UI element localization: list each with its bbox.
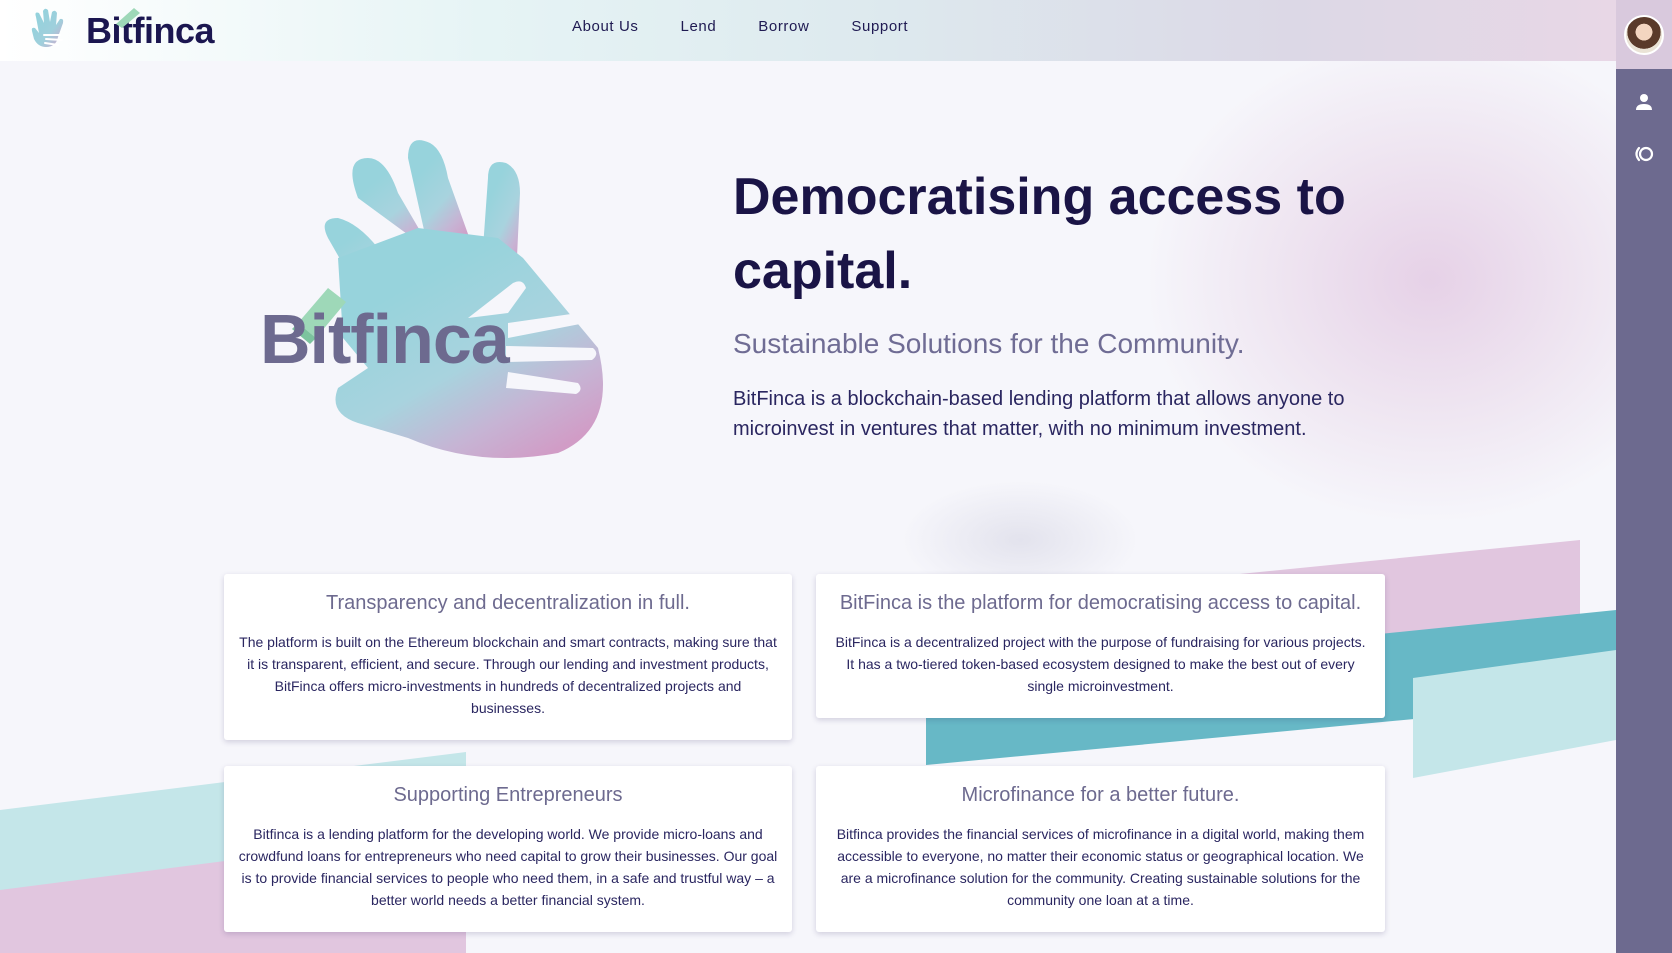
feature-card-entrepreneurs: Supporting Entrepreneurs Bitfinca is a l… [224, 766, 792, 932]
feature-card-microfinance: Microfinance for a better future. Bitfin… [816, 766, 1385, 932]
user-avatar[interactable] [1624, 14, 1664, 55]
feature-card-platform: BitFinca is the platform for democratisi… [816, 574, 1385, 718]
right-sidebar [1616, 0, 1672, 953]
card-title: Microfinance for a better future. [961, 784, 1240, 806]
main-nav: About Us Lend Borrow Support [572, 18, 950, 35]
card-body: BitFinca is a decentralized project with… [835, 634, 1366, 694]
hero-subtitle: Sustainable Solutions for the Community. [733, 328, 1245, 359]
hero-description: BitFinca is a blockchain-based lending p… [733, 388, 1345, 440]
hero-logo-text: Bitfinca [260, 300, 511, 378]
hand-logo-icon [31, 8, 64, 47]
top-navbar: Bitfinca About Us Lend Borrow Support [0, 0, 1616, 61]
card-body: Bitfinca provides the financial services… [836, 826, 1365, 908]
nav-borrow[interactable]: Borrow [758, 18, 809, 35]
hero-title: Democratising access to capital. [733, 168, 1346, 300]
card-body: Bitfinca is a lending platform for the d… [238, 826, 778, 908]
nav-lend[interactable]: Lend [681, 18, 717, 35]
hero-hand-logo: Bitfinca [260, 140, 603, 458]
coin-icon [116, 8, 140, 28]
card-title: Supporting Entrepreneurs [393, 784, 623, 806]
feature-card-transparency: Transparency and decentralization in ful… [224, 574, 792, 740]
card-body: The platform is built on the Ethereum bl… [239, 634, 777, 716]
brand-logo-link[interactable]: Bitfinca [30, 6, 215, 52]
logout-icon[interactable] [1632, 142, 1656, 166]
user-icon[interactable] [1632, 90, 1656, 114]
nav-about-us[interactable]: About Us [572, 18, 639, 35]
nav-support[interactable]: Support [851, 18, 908, 35]
card-title: Transparency and decentralization in ful… [326, 592, 690, 614]
brand-name: Bitfinca [86, 10, 215, 51]
avatar-container [1616, 0, 1672, 69]
card-title: BitFinca is the platform for democratisi… [839, 592, 1362, 614]
